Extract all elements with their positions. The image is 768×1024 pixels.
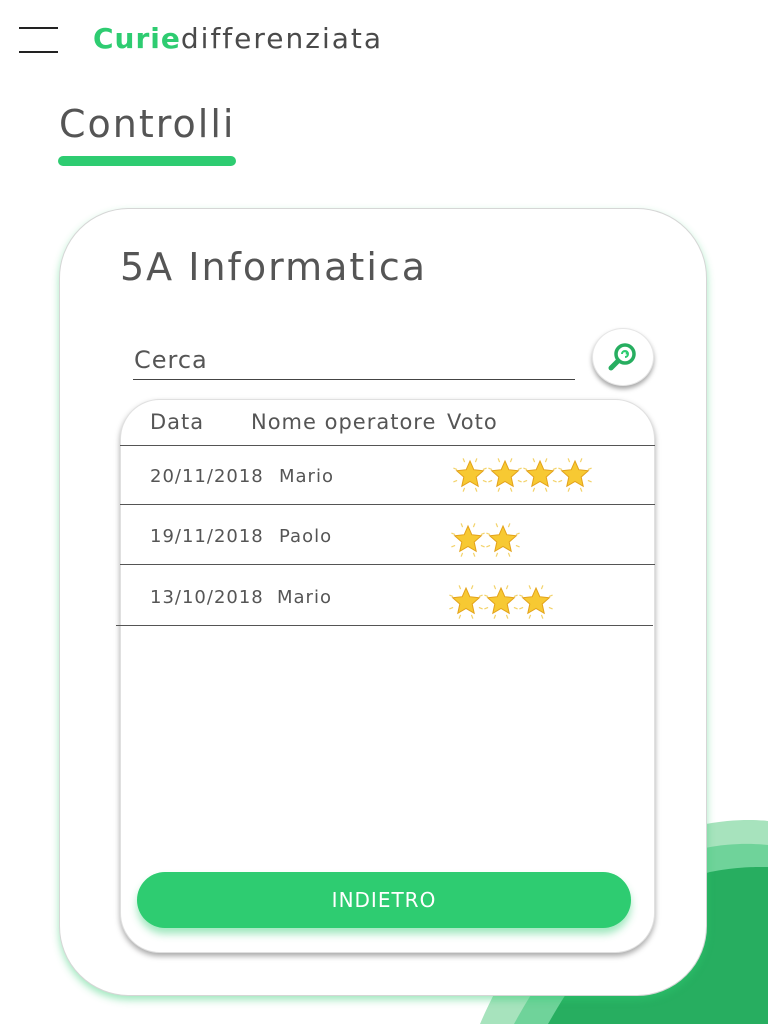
search-button[interactable] bbox=[592, 328, 654, 386]
page: Curiedifferenziata Controlli 5A Informat… bbox=[0, 0, 768, 1024]
brand-logo: Curiedifferenziata bbox=[93, 22, 383, 55]
class-title: 5A Informatica bbox=[120, 245, 428, 289]
star-icon bbox=[523, 458, 557, 492]
star-icon bbox=[484, 585, 518, 619]
column-header-date: Data bbox=[150, 410, 205, 434]
row-date: 13/10/2018 bbox=[150, 587, 264, 608]
column-header-rating: Voto bbox=[447, 410, 498, 434]
star-icon bbox=[451, 523, 485, 557]
row-operator: Mario bbox=[279, 466, 334, 487]
brand-name-light: differenziata bbox=[180, 22, 384, 55]
table-divider bbox=[120, 445, 655, 446]
row-operator: Paolo bbox=[279, 526, 333, 547]
back-button[interactable]: INDIETRO bbox=[137, 872, 631, 928]
row-operator: Mario bbox=[277, 587, 332, 608]
table-divider bbox=[116, 625, 653, 626]
star-icon bbox=[558, 458, 592, 492]
table-divider bbox=[120, 564, 655, 565]
brand-name-strong: Curie bbox=[93, 22, 181, 55]
star-rating bbox=[451, 523, 520, 557]
search-input[interactable] bbox=[133, 340, 575, 380]
star-rating bbox=[449, 585, 553, 619]
star-icon bbox=[449, 585, 483, 619]
magnifier-icon bbox=[608, 343, 636, 371]
star-icon bbox=[488, 458, 522, 492]
table-divider bbox=[120, 504, 655, 505]
star-rating bbox=[453, 458, 592, 492]
title-underline bbox=[58, 156, 236, 166]
column-header-operator: Nome operatore bbox=[251, 410, 437, 434]
star-icon bbox=[453, 458, 487, 492]
row-date: 20/11/2018 bbox=[150, 466, 264, 487]
star-icon bbox=[519, 585, 553, 619]
star-icon bbox=[486, 523, 520, 557]
hamburger-menu-icon[interactable] bbox=[19, 27, 58, 53]
row-date: 19/11/2018 bbox=[150, 526, 264, 547]
page-title: Controlli bbox=[59, 102, 236, 146]
